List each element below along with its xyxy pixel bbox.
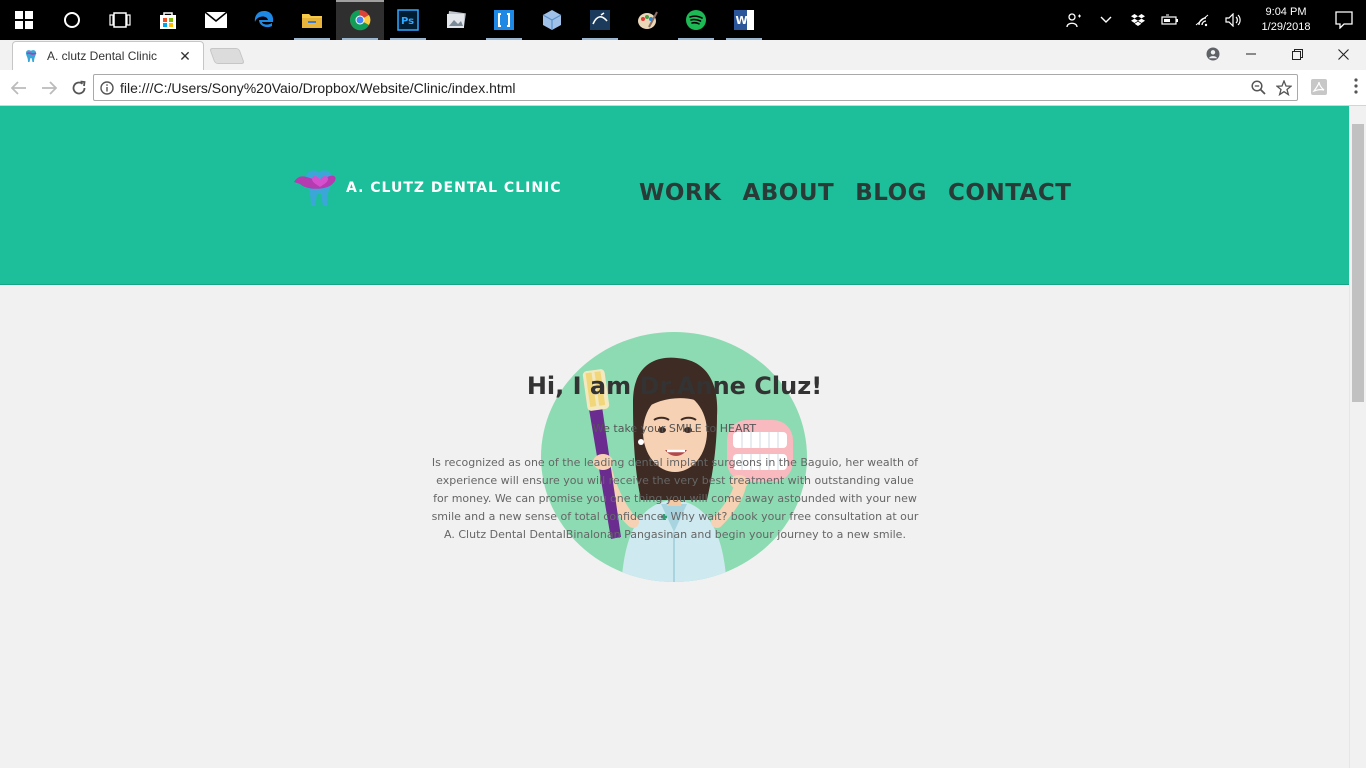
pdf-extension-icon[interactable] [1310, 78, 1328, 101]
photoshop-icon[interactable]: Ps [384, 0, 432, 40]
clock-time: 9:04 PM [1265, 6, 1307, 18]
page-viewport: A. CLUTZ DENTAL CLINIC WORK ABOUT BLOG C… [0, 106, 1349, 768]
bracket-app-icon[interactable] [480, 0, 528, 40]
bookmark-star-icon[interactable] [1271, 79, 1297, 96]
wifi-icon[interactable] [1186, 0, 1218, 40]
cortana-icon[interactable] [48, 0, 96, 40]
battery-icon[interactable] [1154, 0, 1186, 40]
page-scrollbar[interactable] [1349, 106, 1366, 768]
address-bar[interactable]: file:///C:/Users/Sony%20Vaio/Dropbox/Web… [93, 74, 1298, 101]
browser-tab[interactable]: A. clutz Dental Clinic ✕ [12, 41, 204, 70]
back-arrow-icon[interactable] [5, 74, 33, 102]
mysql-workbench-icon[interactable] [576, 0, 624, 40]
forward-arrow-icon[interactable] [35, 74, 63, 102]
browser-tab-strip: A. clutz Dental Clinic ✕ [0, 40, 1366, 70]
main-nav: WORK ABOUT BLOG CONTACT [639, 180, 1092, 206]
paint-icon[interactable] [624, 0, 672, 40]
scrollbar-thumb[interactable] [1352, 124, 1364, 402]
photos-icon[interactable] [432, 0, 480, 40]
url-text[interactable]: file:///C:/Users/Sony%20Vaio/Dropbox/Web… [120, 80, 1245, 96]
close-window-button[interactable] [1320, 40, 1366, 68]
info-icon[interactable] [94, 80, 120, 95]
nav-link-work[interactable]: WORK [639, 180, 721, 206]
zoom-icon[interactable] [1245, 80, 1271, 95]
profile-icon[interactable] [1198, 40, 1228, 68]
nav-link-contact[interactable]: CONTACT [948, 180, 1071, 206]
tab-title: A. clutz Dental Clinic [47, 49, 158, 63]
people-icon[interactable] [1058, 0, 1090, 40]
chevron-up-icon[interactable] [1090, 0, 1122, 40]
edge-icon[interactable] [240, 0, 288, 40]
bio-paragraph: Is recognized as one of the leading dent… [431, 456, 919, 541]
minimize-button[interactable] [1228, 40, 1274, 68]
svg-text:W: W [736, 14, 748, 27]
site-header: A. CLUTZ DENTAL CLINIC WORK ABOUT BLOG C… [0, 106, 1349, 285]
nav-link-about[interactable]: ABOUT [742, 180, 834, 206]
chrome-icon[interactable] [336, 0, 384, 40]
mail-icon[interactable] [192, 0, 240, 40]
file-explorer-icon[interactable] [288, 0, 336, 40]
tooth-favicon-icon [26, 50, 37, 62]
store-icon[interactable] [144, 0, 192, 40]
brand-name: A. CLUTZ DENTAL CLINIC [346, 180, 562, 196]
word-icon[interactable]: W [720, 0, 768, 40]
dropbox-icon[interactable] [1122, 0, 1154, 40]
system-tray: 9:04 PM 1/29/2018 [1058, 0, 1366, 40]
new-tab-button[interactable] [209, 48, 245, 64]
task-view-icon[interactable] [96, 0, 144, 40]
restore-button[interactable] [1274, 40, 1320, 68]
greeting-heading: Hi, I am Dr.Anne Cluz! [526, 372, 823, 400]
windows-taskbar: Ps W 9:04 PM 1/29/2018 [0, 0, 1366, 40]
clock[interactable]: 9:04 PM 1/29/2018 [1250, 5, 1322, 35]
clock-date: 1/29/2018 [1261, 21, 1311, 33]
tab-close-icon[interactable]: ✕ [177, 48, 193, 65]
spotify-icon[interactable] [672, 0, 720, 40]
menu-dots-icon[interactable] [1354, 78, 1358, 99]
volume-icon[interactable] [1218, 0, 1250, 40]
browser-toolbar: file:///C:/Users/Sony%20Vaio/Dropbox/Web… [0, 70, 1366, 106]
action-center-icon[interactable] [1322, 0, 1366, 40]
box-app-icon[interactable] [528, 0, 576, 40]
site-brand[interactable]: A. CLUTZ DENTAL CLINIC [294, 166, 562, 210]
nav-link-blog[interactable]: BLOG [855, 180, 927, 206]
start-icon[interactable] [0, 0, 48, 40]
window-controls [1198, 40, 1366, 68]
reload-icon[interactable] [65, 74, 93, 102]
tooth-heart-logo-icon [294, 170, 336, 206]
svg-text:Ps: Ps [401, 16, 414, 27]
tagline: We take your SMILE to HEART [592, 422, 757, 435]
